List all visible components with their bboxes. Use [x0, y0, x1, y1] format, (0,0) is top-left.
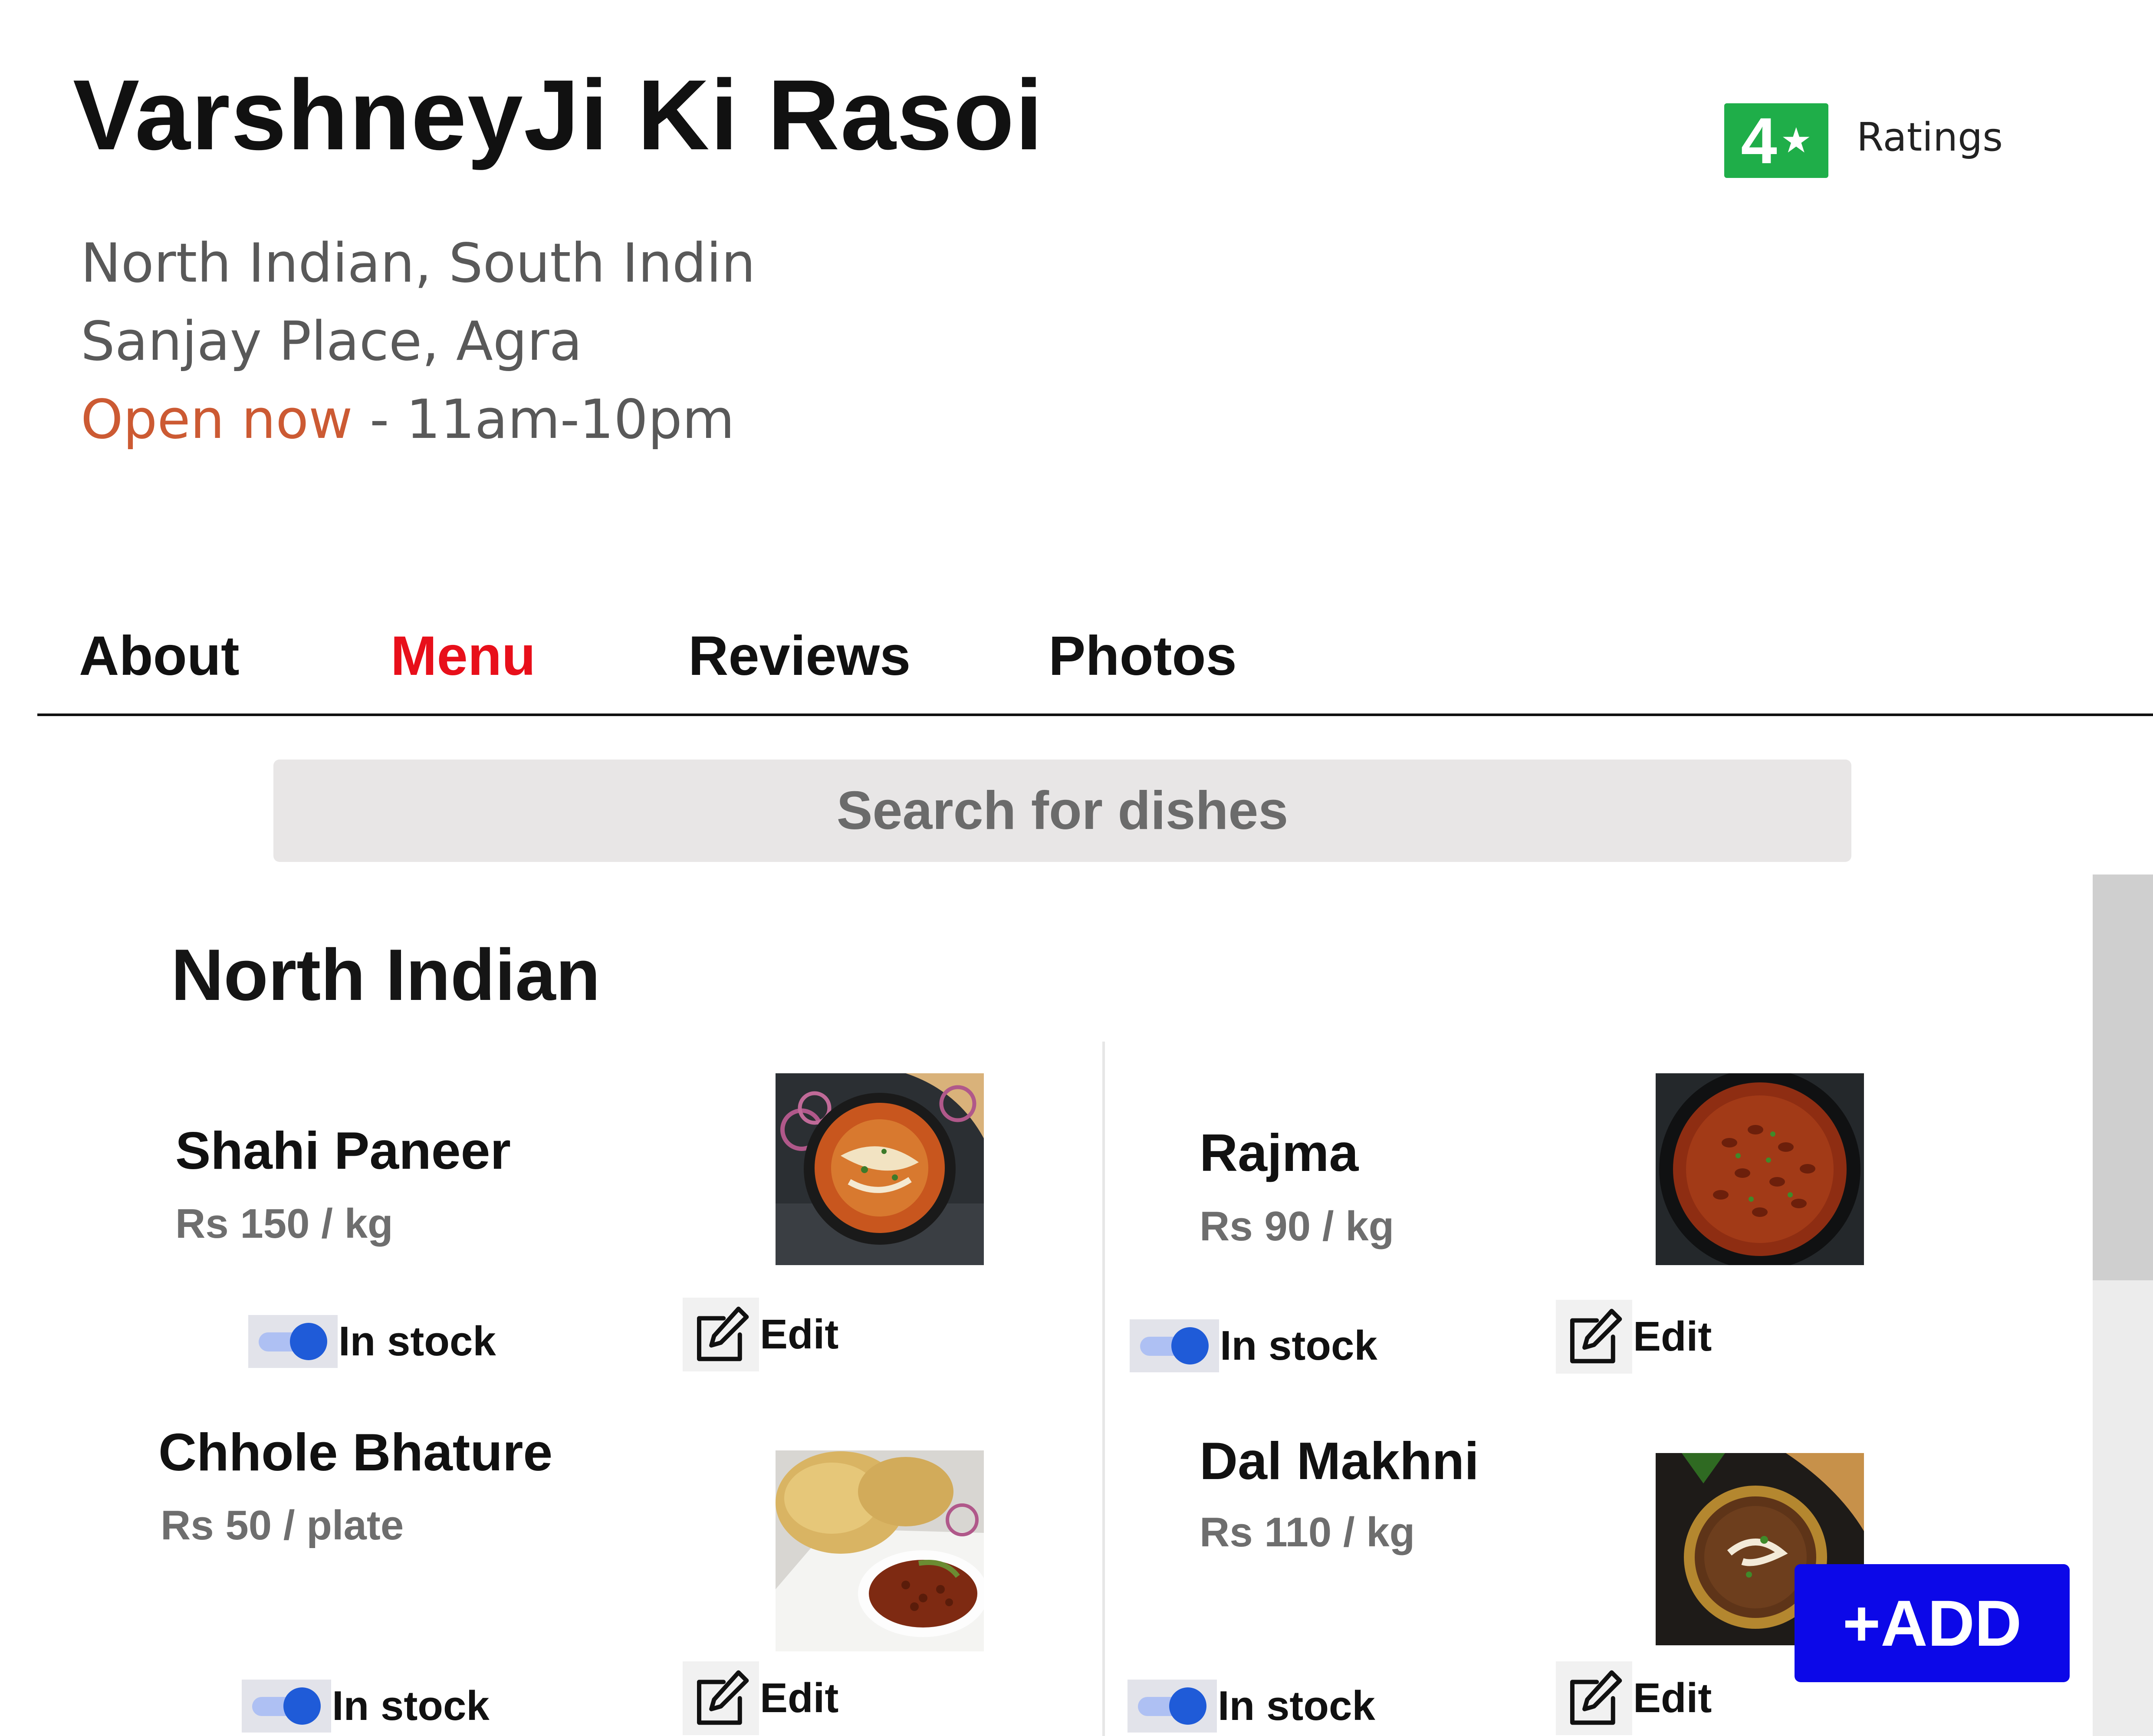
tab-divider — [37, 713, 2153, 716]
edit-button[interactable]: Edit — [683, 1298, 838, 1371]
dish-price: Rs 110 / kg — [1200, 1509, 1415, 1555]
stock-toggle-group: In stock — [1130, 1319, 1377, 1372]
hours-line: Open now - 11am-10pm — [81, 393, 735, 447]
dish-price: Rs 150 / kg — [175, 1200, 393, 1247]
edit-button[interactable]: Edit — [1556, 1661, 1712, 1735]
open-status: Open now — [81, 388, 353, 451]
tab-about[interactable]: About — [79, 628, 240, 684]
dish-name: Dal Makhni — [1200, 1431, 1479, 1490]
location-text: Sanjay Place, Agra — [81, 310, 582, 373]
cuisines-text: North Indian, South Indin — [81, 232, 756, 295]
edit-label: Edit — [1633, 1313, 1712, 1360]
dish-price: Rs 50 / plate — [161, 1502, 404, 1549]
stock-label: In stock — [339, 1318, 496, 1364]
toggle-knob — [1171, 1327, 1209, 1364]
edit-icon — [683, 1661, 759, 1735]
edit-icon — [1556, 1661, 1632, 1735]
dish-name: Chhole Bhature — [158, 1423, 553, 1482]
dish-name: Shahi Paneer — [175, 1121, 511, 1180]
shahi-paneer-image — [776, 1073, 984, 1265]
edit-icon — [683, 1298, 759, 1371]
stock-toggle[interactable] — [248, 1315, 338, 1368]
tab-menu[interactable]: Menu — [391, 628, 536, 684]
rating-badge: 4 ★ — [1724, 103, 1828, 178]
search-input[interactable] — [273, 760, 1851, 862]
stock-toggle[interactable] — [1130, 1319, 1219, 1372]
stock-toggle-group: In stock — [242, 1680, 490, 1733]
toggle-knob — [283, 1687, 321, 1725]
dish-name: Rajma — [1200, 1123, 1359, 1182]
stock-toggle[interactable] — [242, 1680, 331, 1733]
tab-photos[interactable]: Photos — [1049, 628, 1237, 684]
star-icon: ★ — [1780, 121, 1812, 160]
scrollbar-thumb[interactable] — [2093, 875, 2153, 1280]
column-divider — [1102, 1042, 1105, 1736]
stock-toggle[interactable] — [1127, 1680, 1217, 1733]
restaurant-name: VarshneyJi Ki Rasoi — [73, 59, 1044, 171]
toggle-knob — [1169, 1687, 1206, 1725]
section-title: North Indian — [171, 934, 601, 1016]
dish-price: Rs 90 / kg — [1200, 1203, 1394, 1249]
tab-reviews[interactable]: Reviews — [688, 628, 911, 684]
stock-label: In stock — [332, 1683, 490, 1729]
stock-toggle-group: In stock — [248, 1315, 496, 1368]
add-dish-button[interactable]: +ADD — [1795, 1564, 2070, 1682]
edit-button[interactable]: Edit — [683, 1661, 838, 1735]
stock-label: In stock — [1220, 1322, 1377, 1369]
edit-label: Edit — [760, 1675, 839, 1721]
ratings-label: Ratings — [1857, 115, 2003, 160]
edit-icon — [1556, 1300, 1632, 1374]
hours-text: - 11am-10pm — [352, 388, 735, 451]
rating-value: 4 — [1741, 104, 1777, 177]
edit-label: Edit — [1633, 1675, 1712, 1721]
chhole-bhature-image — [776, 1450, 984, 1651]
stock-label: In stock — [1218, 1683, 1375, 1729]
stock-toggle-group: In stock — [1127, 1680, 1375, 1733]
edit-button[interactable]: Edit — [1556, 1300, 1712, 1374]
edit-label: Edit — [760, 1311, 839, 1358]
toggle-knob — [290, 1323, 327, 1360]
rajma-image — [1656, 1073, 1864, 1265]
